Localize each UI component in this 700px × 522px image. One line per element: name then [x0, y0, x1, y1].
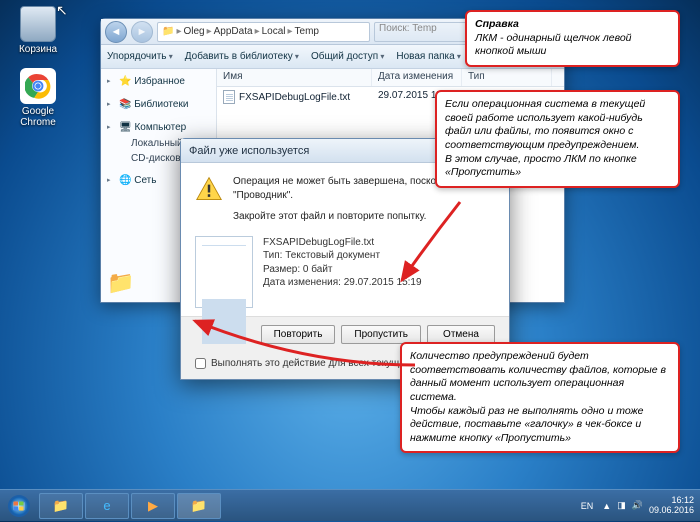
- task-folder[interactable]: 📁: [177, 493, 221, 519]
- chrome-shortcut[interactable]: Google Chrome: [10, 68, 66, 128]
- tray-flag-icon[interactable]: ▲: [602, 501, 611, 511]
- clock[interactable]: 16:1209.06.2016: [649, 496, 694, 516]
- crumb-0[interactable]: Oleg: [183, 26, 204, 37]
- organize-menu[interactable]: Упорядочить: [107, 51, 173, 62]
- share-menu[interactable]: Общий доступ: [311, 51, 384, 62]
- breadcrumb[interactable]: 📁 ▸ Oleg▸ AppData▸ Local▸ Temp: [157, 22, 370, 42]
- recycle-bin-label: Корзина: [10, 44, 66, 55]
- recycle-bin-icon: [20, 6, 56, 42]
- start-button[interactable]: [0, 490, 38, 522]
- cursor-icon: ↖: [56, 2, 68, 19]
- file-name: FXSAPIDebugLogFile.txt: [239, 92, 350, 103]
- system-tray: EN ▲ ◨ 🔊 16:1209.06.2016: [578, 496, 700, 516]
- chrome-icon: [20, 68, 56, 104]
- task-ie[interactable]: e: [85, 493, 129, 519]
- crumb-1[interactable]: AppData: [214, 26, 253, 37]
- language-indicator[interactable]: EN: [578, 499, 597, 513]
- col-date[interactable]: Дата изменения: [372, 69, 462, 86]
- skip-button[interactable]: Пропустить: [341, 325, 421, 344]
- col-name[interactable]: Имя: [217, 69, 372, 86]
- sidebar-favorites[interactable]: ⭐ Избранное: [101, 73, 216, 90]
- sidebar-libraries[interactable]: 📚 Библиотеки: [101, 96, 216, 113]
- task-media[interactable]: ▶: [131, 493, 175, 519]
- crumb-2[interactable]: Local: [262, 26, 286, 37]
- dialog-title: Файл уже используется: [189, 145, 309, 157]
- include-menu[interactable]: Добавить в библиотеку: [185, 51, 299, 62]
- nav-back-button[interactable]: ◄: [105, 21, 127, 43]
- sidebar-computer[interactable]: 🖥 Компьютер: [101, 119, 216, 136]
- col-type[interactable]: Тип: [462, 69, 552, 86]
- callout-warning: Если операционная система в текущей свое…: [435, 90, 680, 188]
- folder-preview-icon: 📁: [107, 270, 134, 296]
- retry-button[interactable]: Повторить: [261, 325, 336, 344]
- file-metadata: FXSAPIDebugLogFile.txt Тип: Текстовый до…: [263, 236, 422, 308]
- callout-help: Справка ЛКМ - одинарный щелчок левой кно…: [465, 10, 680, 67]
- warning-icon: [195, 175, 223, 203]
- apply-all-checkbox[interactable]: [195, 358, 206, 369]
- tray-network-icon[interactable]: ◨: [617, 500, 626, 511]
- task-explorer[interactable]: 📁: [39, 493, 83, 519]
- newfolder-menu[interactable]: Новая папка: [396, 51, 461, 62]
- folder-icon: 📁: [162, 26, 174, 37]
- chrome-label: Google Chrome: [10, 106, 66, 128]
- tray-volume-icon[interactable]: 🔊: [632, 500, 643, 511]
- cancel-button[interactable]: Отмена: [427, 325, 495, 344]
- crumb-3[interactable]: Temp: [295, 26, 319, 37]
- nav-forward-button[interactable]: ►: [131, 21, 153, 43]
- taskbar: 📁 e ▶ 📁 EN ▲ ◨ 🔊 16:1209.06.2016: [0, 489, 700, 521]
- callout-checkbox: Количество предупреждений будет соответс…: [400, 342, 680, 453]
- file-thumbnail-icon: [195, 236, 253, 308]
- text-file-icon: [223, 90, 235, 104]
